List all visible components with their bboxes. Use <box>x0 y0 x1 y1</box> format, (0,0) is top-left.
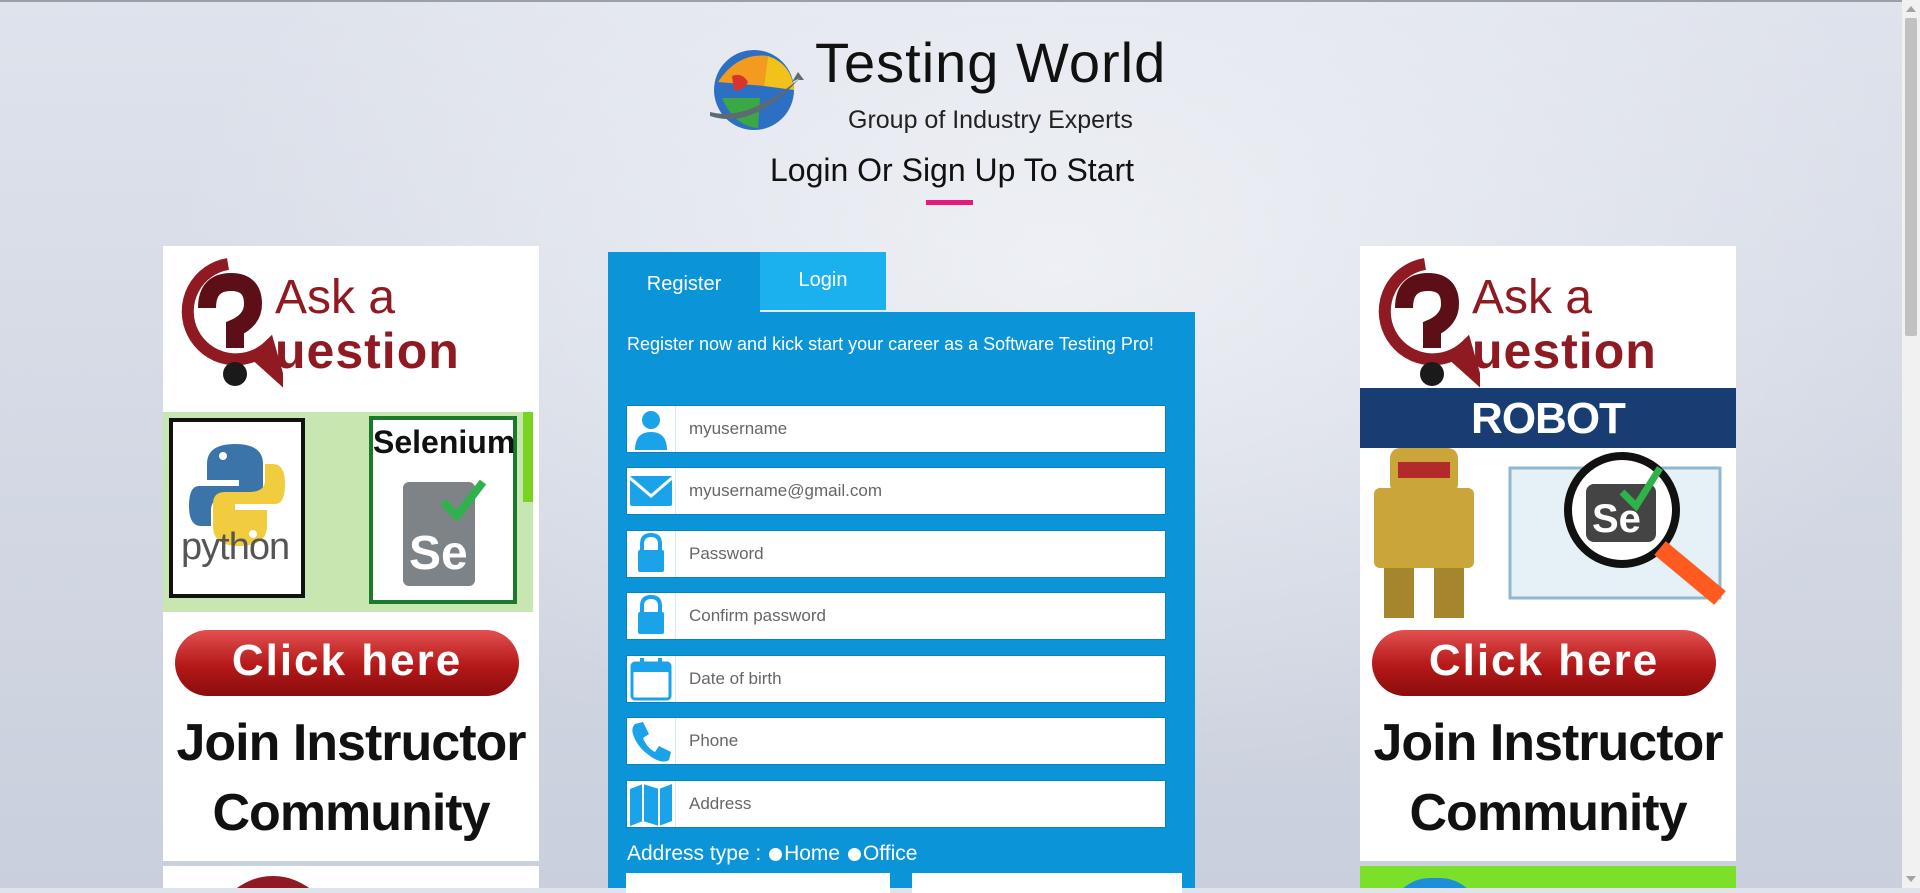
click-here-label: Click here <box>231 636 463 685</box>
home-radio[interactable] <box>769 847 783 861</box>
click-here-label: Click here <box>1428 636 1660 685</box>
home-radio-label: Home <box>784 842 841 866</box>
left-ad-banner[interactable]: Ask a uestion python Selenium Se Click h… <box>163 246 539 861</box>
page-title: Login Or Sign Up To Start <box>769 152 1135 188</box>
user-icon <box>627 406 676 452</box>
password-field <box>626 530 1166 578</box>
calendar-icon <box>627 656 676 702</box>
brand-name: Testing World <box>815 31 1167 94</box>
lock-icon <box>627 593 676 639</box>
click-here-button[interactable]: Click here <box>1372 630 1716 696</box>
robot-icon: Se <box>1374 448 1726 618</box>
dob-field <box>626 655 1166 703</box>
robot-framework-illustration: Se <box>1360 448 1736 618</box>
testing-world-logo <box>710 50 804 130</box>
phone-input[interactable] <box>681 718 1159 764</box>
scroll-up-arrow-icon[interactable] <box>1906 6 1916 12</box>
next-input-left[interactable] <box>626 873 890 893</box>
username-field <box>626 405 1166 453</box>
banner-arc <box>1390 878 1480 888</box>
se-text: Se <box>409 527 468 580</box>
question-mark-icon <box>181 258 283 388</box>
office-radio-label: Office <box>862 842 918 866</box>
page-scrollbar[interactable] <box>1902 0 1920 888</box>
ask-text: Ask a <box>275 271 396 324</box>
green-accent-bar <box>523 412 533 502</box>
address-type-group: Address type : Home Office <box>627 842 917 866</box>
lock-icon <box>627 531 676 577</box>
scroll-thumb[interactable] <box>1905 18 1917 336</box>
click-here-button[interactable]: Click here <box>175 630 519 696</box>
phone-field <box>626 717 1166 765</box>
selenium-label: Selenium <box>373 424 516 460</box>
dob-input[interactable] <box>681 656 1159 702</box>
email-field <box>626 467 1166 515</box>
phone-icon <box>627 718 676 764</box>
office-radio[interactable] <box>847 847 861 861</box>
python-tile: python <box>169 418 305 598</box>
envelope-icon <box>627 468 676 514</box>
confirm-password-input[interactable] <box>681 593 1159 639</box>
scroll-down-arrow-icon[interactable] <box>1906 876 1916 882</box>
selenium-logo-icon: Se <box>403 479 487 586</box>
password-input[interactable] <box>681 531 1159 577</box>
register-intro-text: Register now and kick start your career … <box>627 334 1154 354</box>
next-input-right[interactable] <box>912 873 1182 893</box>
ask-question-block: Ask a uestion <box>163 246 539 408</box>
email-input[interactable] <box>681 468 1159 514</box>
checkmark-icon <box>440 479 487 523</box>
left-ad-banner-2[interactable] <box>163 866 539 888</box>
join-instructor-text: Join Instructor Community <box>176 714 526 842</box>
confirm-password-field <box>626 592 1166 640</box>
register-form-panel: Register now and kick start your career … <box>608 312 1195 893</box>
question-text: uestion <box>275 323 460 379</box>
join-instructor-text: Join Instructor Community <box>1373 714 1723 842</box>
ask-question-block: Ask a uestion <box>1360 246 1736 408</box>
ask-text: Ask a <box>1472 271 1593 324</box>
right-ad-banner-2[interactable] <box>1360 866 1736 888</box>
robot-framework-band: ROBOT FRAMEWORK <box>1360 388 1736 493</box>
selenium-tile: Selenium Se <box>369 416 517 604</box>
banner-arc <box>213 876 333 888</box>
tab-register[interactable]: Register <box>608 252 760 312</box>
question-text: uestion <box>1472 323 1657 379</box>
map-icon <box>627 781 676 827</box>
brand-tagline: Group of Industry Experts <box>848 106 1133 134</box>
address-input[interactable] <box>681 781 1159 827</box>
python-selenium-ad: python Selenium Se <box>163 412 533 612</box>
title-underline <box>926 200 973 205</box>
tab-login[interactable]: Login <box>760 252 886 310</box>
top-border <box>0 0 1920 2</box>
python-label: python <box>181 526 290 568</box>
question-mark-icon <box>1378 258 1480 388</box>
address-type-label: Address type : <box>627 842 762 866</box>
address-field <box>626 780 1166 828</box>
right-ad-banner[interactable]: Ask a uestion ROBOT FRAMEWORK Se Click h… <box>1360 246 1736 861</box>
username-input[interactable] <box>681 406 1159 452</box>
